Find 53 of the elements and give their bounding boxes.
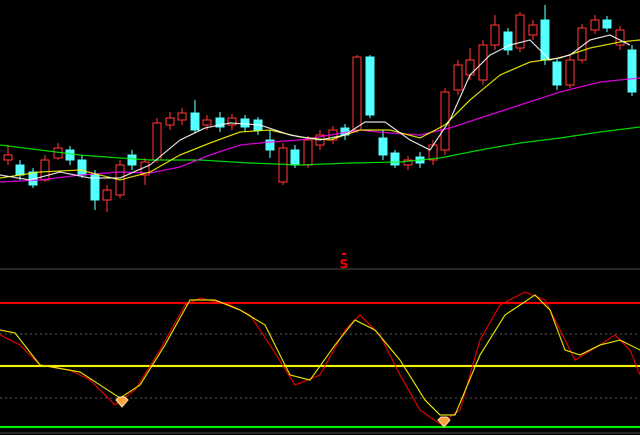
candlestick	[528, 20, 538, 40]
candlestick	[416, 152, 424, 168]
signal-label: S	[340, 257, 348, 271]
candlestick	[340, 124, 350, 140]
candlestick	[566, 54, 574, 88]
candlestick	[140, 158, 150, 186]
candlestick	[54, 142, 62, 160]
candlestick	[590, 14, 600, 34]
candlestick	[240, 114, 250, 132]
candlestick	[290, 144, 300, 168]
candlestick	[328, 126, 338, 144]
candlestick	[254, 116, 262, 136]
candlestick	[578, 24, 586, 64]
candlestick	[116, 160, 124, 198]
candlestick	[602, 16, 612, 32]
candlestick	[266, 130, 274, 158]
candlestick	[428, 140, 438, 166]
candlestick	[278, 142, 288, 186]
candlestick	[178, 108, 186, 126]
candlestick	[378, 130, 388, 160]
candlestick	[216, 112, 224, 132]
candlestick	[78, 154, 86, 178]
candlestick	[516, 12, 524, 52]
candlestick	[404, 156, 412, 170]
gem-icon	[115, 396, 129, 408]
candlestick	[202, 114, 212, 130]
candlestick	[490, 14, 500, 50]
candlestick	[616, 26, 624, 50]
candlestick	[166, 112, 174, 130]
candlestick	[454, 60, 462, 96]
candlestick	[628, 44, 636, 96]
candlestick	[316, 130, 324, 150]
candlestick	[128, 150, 136, 170]
candlestick	[228, 114, 236, 130]
candlestick	[466, 48, 474, 80]
candlestick	[102, 184, 112, 212]
candlestick	[540, 4, 550, 66]
candlestick	[504, 28, 512, 56]
candlestick	[478, 40, 488, 86]
candlestick	[190, 100, 200, 134]
candlestick	[366, 54, 374, 118]
candlestick	[440, 88, 450, 156]
gem-icon	[437, 416, 451, 428]
candlestick	[390, 150, 400, 168]
candlestick	[304, 136, 312, 168]
candlestick	[552, 58, 562, 90]
arrow-up-icon	[341, 252, 347, 255]
candlestick	[90, 170, 100, 210]
candlestick	[152, 118, 162, 164]
candlestick	[4, 144, 12, 166]
candlestick	[66, 146, 74, 166]
candlestick	[16, 160, 24, 180]
candlestick	[28, 168, 38, 188]
